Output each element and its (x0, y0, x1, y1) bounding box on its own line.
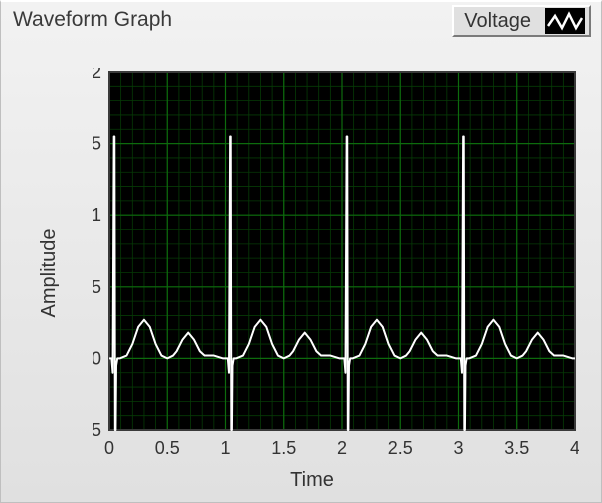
x-tick-label: 0.5 (155, 438, 180, 458)
legend[interactable]: Voltage (452, 5, 591, 37)
y-tick-label: 1.5 (93, 134, 101, 154)
y-tick-label: 1 (93, 205, 101, 225)
panel-title: Waveform Graph (13, 8, 172, 32)
y-tick-label: 2 (93, 68, 101, 82)
x-tick-label: 3 (453, 438, 463, 458)
y-tick-label: -0.5 (93, 420, 101, 440)
y-tick-label: 0 (93, 348, 101, 368)
legend-swatch (545, 8, 585, 34)
x-tick-label: 1 (220, 438, 230, 458)
x-tick-label: 3.5 (504, 438, 529, 458)
x-tick-label: 1.5 (271, 438, 296, 458)
x-tick-label: 2 (337, 438, 347, 458)
y-tick-label: 0.5 (93, 277, 101, 297)
plot-area: Amplitude Time 00.511.522.533.54-0.500.5… (37, 58, 587, 488)
y-axis-label: Amplitude (38, 229, 61, 318)
waveform-line-icon (547, 10, 583, 32)
plot-canvas[interactable]: 00.511.522.533.54-0.500.511.52 (93, 68, 579, 466)
x-axis-label: Time (290, 469, 334, 492)
x-tick-label: 4 (570, 438, 579, 458)
legend-series-label: Voltage (458, 10, 537, 33)
x-tick-label: 2.5 (388, 438, 413, 458)
graph-panel: Waveform Graph Voltage Amplitude Time 0 0… (0, 0, 602, 503)
x-tick-label: 0 (104, 438, 114, 458)
